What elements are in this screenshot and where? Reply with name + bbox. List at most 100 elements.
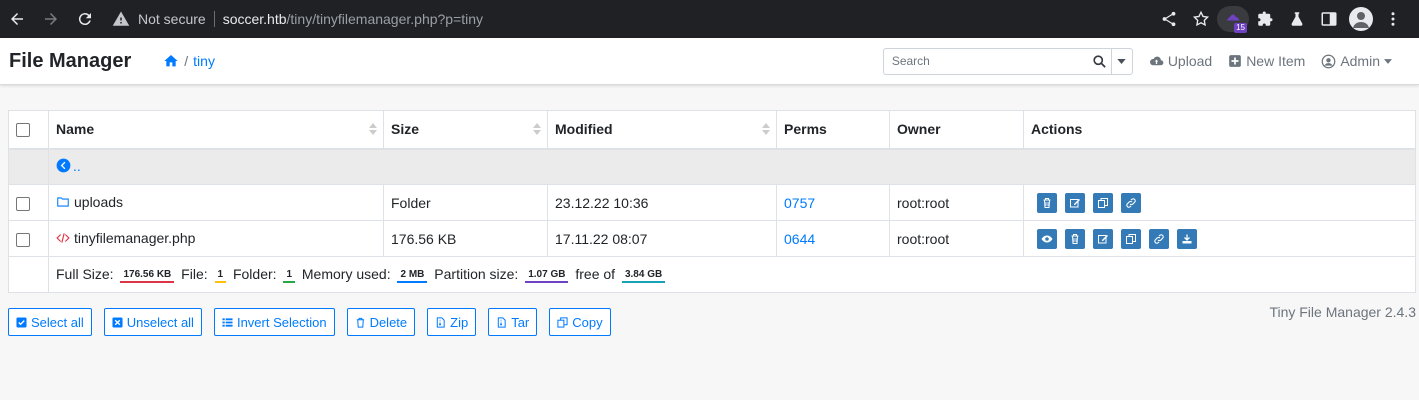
profile-button[interactable]: [1345, 0, 1377, 38]
file-modified: 17.11.22 08:07: [547, 220, 777, 257]
app-header: File Manager / tiny Search Upload New It…: [0, 38, 1419, 85]
file-name: uploads: [74, 193, 124, 210]
reload-icon: [78, 13, 91, 26]
share-button[interactable]: [1153, 0, 1185, 38]
copy-icon: [1098, 197, 1108, 208]
row-actions: [1037, 228, 1408, 249]
sort-icon: [369, 123, 377, 135]
admin-menu[interactable]: Admin: [1321, 53, 1392, 69]
copy-selected-button[interactable]: Copy: [549, 308, 611, 336]
file-name-cell[interactable]: tinyfilemanager.php: [48, 220, 384, 257]
edit-icon: [1098, 234, 1108, 243]
preview-button[interactable]: [1037, 228, 1057, 249]
file-count-label: File:: [181, 266, 208, 283]
copy-button[interactable]: [1093, 192, 1113, 213]
select-all-button[interactable]: Select all: [8, 308, 92, 336]
brand-title[interactable]: File Manager: [9, 50, 131, 73]
caret-down-icon: [1384, 58, 1392, 64]
check-square-icon: [16, 316, 27, 328]
cloud-upload-icon: [1149, 56, 1164, 65]
kebab-menu-icon: [1391, 12, 1395, 26]
direct-link-button[interactable]: [1121, 192, 1141, 213]
delete-selected-button[interactable]: Delete: [346, 308, 416, 336]
admin-label: Admin: [1340, 53, 1380, 69]
not-secure-label: Not secure: [138, 11, 206, 27]
folder-count-label: Folder:: [232, 266, 277, 283]
column-header-name[interactable]: Name: [48, 110, 384, 150]
browser-toolbar: Not secure soccer.htb/tiny/tinyfilemanag…: [0, 0, 1419, 38]
parent-dir-row: ..: [8, 148, 1416, 185]
edit-icon: [1070, 198, 1080, 207]
row-checkbox[interactable]: [16, 232, 30, 247]
free-of-label: free of: [575, 266, 616, 283]
table-header-row: Name Size Modified Perms Owner Actions: [8, 110, 1416, 150]
select-all-checkbox[interactable]: [16, 123, 30, 138]
folder-icon: [57, 196, 69, 207]
zip-label: Zip: [450, 314, 469, 330]
side-panel-button[interactable]: [1313, 0, 1345, 38]
tar-button[interactable]: Tar: [488, 308, 538, 336]
side-panel-icon: [1321, 12, 1337, 26]
extensions-button[interactable]: [1249, 0, 1281, 38]
file-size: 176.56 KB: [383, 220, 548, 257]
breadcrumb-link-tiny[interactable]: tiny: [193, 53, 215, 69]
copy-label: Copy: [572, 314, 603, 330]
column-header-actions: Actions: [1023, 110, 1416, 150]
back-button[interactable]: [0, 0, 34, 38]
link-icon: [1154, 233, 1164, 244]
direct-link-button[interactable]: [1149, 228, 1169, 249]
column-header-size[interactable]: Size: [383, 110, 548, 150]
column-header-perms: Perms: [776, 110, 890, 150]
copy-button[interactable]: [1121, 228, 1141, 249]
search-options-dropdown[interactable]: [1110, 47, 1133, 75]
column-header-owner: Owner: [889, 110, 1024, 150]
invert-selection-label: Invert Selection: [236, 314, 327, 330]
bookmark-button[interactable]: [1185, 0, 1217, 38]
column-header-modified[interactable]: Modified: [547, 110, 777, 150]
row-actions: [1037, 192, 1408, 213]
memory-badge: 2 MB: [397, 268, 428, 283]
new-item-link[interactable]: New Item: [1228, 53, 1305, 69]
parent-dir-link[interactable]: ..: [48, 148, 1416, 185]
list-icon: [222, 317, 233, 327]
select-all-header: [8, 110, 49, 150]
delete-button[interactable]: [1065, 228, 1085, 249]
search-group: Search: [882, 47, 1133, 75]
trash-icon: [1043, 197, 1051, 208]
file-name-cell[interactable]: uploads: [48, 184, 384, 221]
unselect-all-button[interactable]: Unselect all: [103, 308, 202, 336]
delete-button[interactable]: [1037, 192, 1057, 213]
tar-label: Tar: [511, 314, 530, 330]
bulk-actions: Select all Unselect all Invert Selection…: [8, 304, 1416, 336]
labs-button[interactable]: [1281, 0, 1313, 38]
extension-button[interactable]: 15: [1217, 0, 1249, 38]
menu-button[interactable]: [1377, 0, 1409, 38]
version-label: Tiny File Manager 2.4.3: [1269, 304, 1416, 320]
upload-link[interactable]: Upload: [1149, 53, 1212, 69]
search-button[interactable]: [1088, 47, 1111, 75]
forward-button[interactable]: [34, 0, 68, 38]
arrow-circle-left-icon: [56, 158, 71, 173]
perms-link[interactable]: 0757: [776, 184, 890, 221]
perms-link[interactable]: 0644: [776, 220, 890, 257]
address-bar[interactable]: Not secure soccer.htb/tiny/tinyfilemanag…: [106, 0, 1153, 38]
sort-icon: [533, 123, 541, 135]
user-circle-icon: [1321, 54, 1336, 68]
arrow-right-icon: [45, 13, 57, 25]
download-button[interactable]: [1177, 228, 1197, 249]
zip-button[interactable]: Zip: [427, 308, 477, 336]
link-icon: [1126, 197, 1136, 208]
search-input[interactable]: Search: [882, 47, 1089, 75]
reload-button[interactable]: [68, 0, 102, 38]
upload-label: Upload: [1167, 53, 1213, 69]
home-icon[interactable]: [163, 53, 179, 69]
rename-button[interactable]: [1093, 228, 1113, 249]
row-checkbox[interactable]: [16, 196, 30, 211]
sort-icon: [762, 123, 770, 135]
trash-icon: [356, 317, 364, 328]
free-of-badge: 3.84 GB: [621, 268, 666, 283]
rename-button[interactable]: [1065, 192, 1085, 213]
flask-icon: [1291, 12, 1303, 26]
download-icon: [1182, 234, 1192, 243]
invert-selection-button[interactable]: Invert Selection: [213, 308, 335, 336]
